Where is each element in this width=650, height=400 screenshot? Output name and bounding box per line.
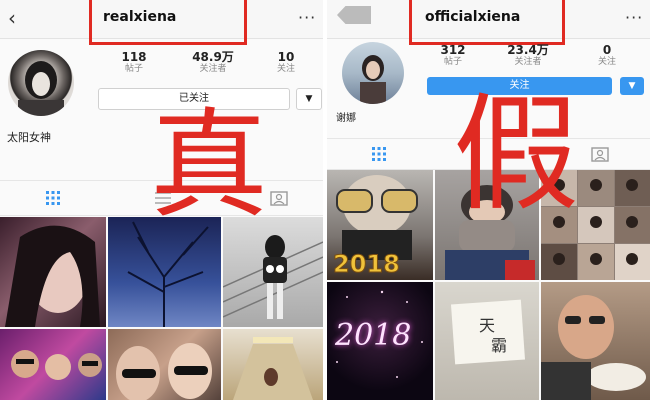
grid-view-icon[interactable] [372, 147, 386, 161]
posts-count: 312 [440, 43, 466, 57]
posts-stat[interactable]: 118 帖子 [112, 51, 156, 75]
photo-content [450, 299, 526, 365]
posts-label: 帖子 [124, 64, 143, 74]
photo-tile[interactable]: 2018 [327, 282, 433, 400]
highlight-box [89, 0, 247, 45]
following-count: 10 [277, 50, 295, 64]
more-options-icon[interactable]: ··· [625, 8, 643, 27]
followers-count: 23.4万 [507, 43, 549, 57]
display-name: 太阳女神 [7, 131, 51, 144]
photo-caption: 2018 [333, 250, 401, 279]
posts-label: 帖子 [443, 57, 462, 67]
photo-tile[interactable] [541, 282, 650, 400]
posts-stat[interactable]: 312 帖子 [433, 44, 473, 68]
following-label: 关注 [597, 57, 616, 67]
display-name: 谢娜 [336, 113, 356, 124]
grid-view-icon[interactable] [46, 191, 60, 205]
avatar-portrait [18, 61, 64, 116]
followers-label: 关注者 [199, 64, 227, 74]
followers-stat[interactable]: 23.4万 关注者 [493, 44, 563, 68]
annotation-real: 真 [150, 96, 269, 234]
dropdown-button[interactable]: ▼ [620, 77, 644, 95]
highlight-box [409, 0, 565, 45]
dropdown-button[interactable]: ▼ [296, 88, 322, 110]
back-icon[interactable] [337, 6, 371, 24]
back-icon[interactable]: ‹ [8, 6, 16, 30]
tagged-photos-icon[interactable] [591, 145, 609, 162]
photo-content [116, 343, 212, 400]
annotation-fake: 假 [453, 81, 579, 228]
photo-tile[interactable] [223, 329, 323, 400]
followers-stat[interactable]: 48.9万 关注者 [178, 51, 248, 75]
photo-content [541, 295, 646, 400]
tagged-photos-icon[interactable] [270, 189, 288, 206]
followers-count: 48.9万 [192, 50, 234, 64]
following-count: 0 [602, 43, 612, 57]
photo-tile[interactable]: 2018 [327, 170, 433, 280]
fake-profile-panel: officialxiena ··· 312 帖子 23.4万 关注者 0 关注 … [327, 0, 650, 400]
avatar[interactable] [342, 42, 404, 104]
photo-caption: 2018 [335, 318, 412, 353]
more-options-icon[interactable]: ··· [298, 8, 316, 27]
followers-label: 关注者 [514, 57, 542, 67]
photo-tile[interactable] [0, 217, 106, 327]
photo-tile[interactable] [0, 329, 106, 400]
following-stat[interactable]: 0 关注 [587, 44, 627, 68]
photo-tile[interactable] [108, 329, 221, 400]
following-label: 关注 [276, 64, 295, 74]
note-text: 霸 [491, 336, 508, 355]
following-stat[interactable]: 10 关注 [266, 51, 306, 75]
avatar[interactable] [8, 50, 74, 116]
posts-count: 118 [121, 50, 147, 64]
photo-content [11, 350, 102, 380]
photo-tile[interactable]: 天 霸 [435, 282, 539, 400]
real-profile-panel: ‹ realxiena ··· 118 帖子 48.9万 关注者 10 关注 已… [0, 0, 323, 400]
photo-content [5, 225, 100, 327]
avatar-portrait [360, 55, 386, 104]
photo-content [233, 337, 313, 400]
